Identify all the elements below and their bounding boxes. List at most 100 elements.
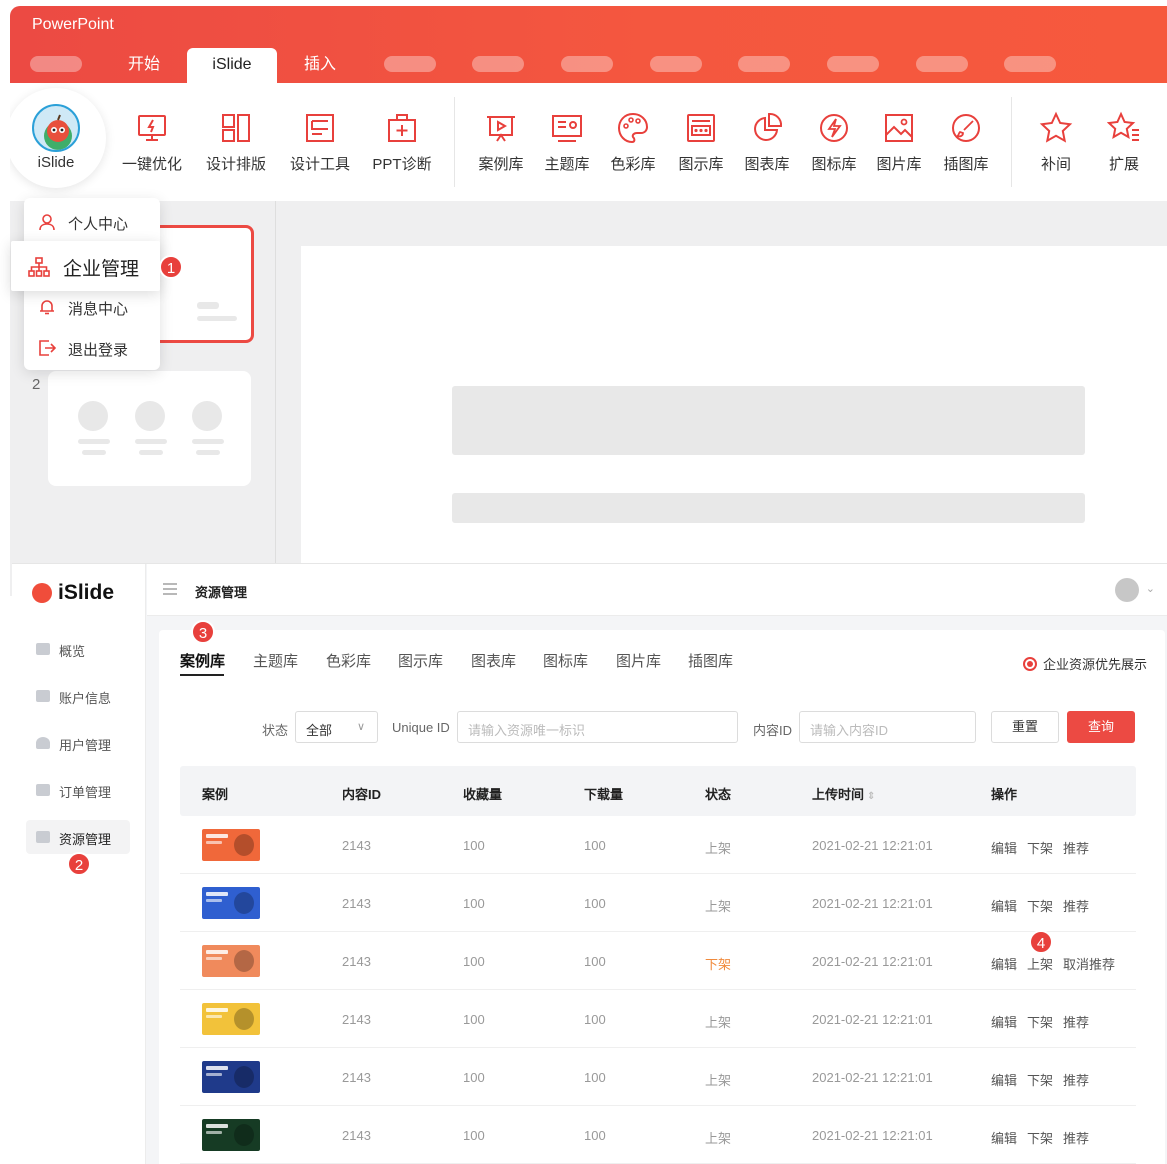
radio-selected-icon[interactable] — [1022, 657, 1037, 671]
menu-toggle-icon[interactable] — [163, 583, 177, 595]
table-row: 2143 100 100 上架 2021-02-21 12:21:01 编辑 下架 推荐 — [180, 990, 1136, 1048]
thumb-graphic — [234, 950, 254, 972]
placeholder-tab[interactable] — [384, 56, 436, 72]
sort-icon[interactable]: ⇕ — [867, 791, 875, 802]
sidebar-item-label: 资源管理 — [59, 832, 112, 847]
user-avatar-button[interactable]: iSlide — [10, 88, 106, 188]
placeholder-tab[interactable] — [30, 56, 82, 72]
priority-radio[interactable]: 企业资源优先展示 — [1022, 654, 1147, 673]
query-button[interactable]: 查询 — [1067, 711, 1135, 743]
ribbon-illustration-library[interactable]: 插图库 — [925, 111, 1007, 174]
case-thumbnail[interactable] — [202, 887, 260, 919]
theme-icon — [552, 115, 582, 142]
tab-chart-library[interactable]: 图表库 — [471, 650, 516, 671]
menu-item-message-center[interactable]: 消息中心 — [24, 287, 160, 327]
case-thumbnail[interactable] — [202, 1061, 260, 1093]
placeholder-tab[interactable] — [916, 56, 968, 72]
sidebar-item-users[interactable]: 用户管理 — [26, 726, 130, 760]
placeholder-tab[interactable] — [650, 56, 702, 72]
tab-insert[interactable]: 插入 — [290, 48, 350, 83]
shelf-toggle-link[interactable]: 下架 — [1027, 896, 1053, 915]
tab-image-library[interactable]: 图片库 — [616, 650, 661, 671]
unique-id-input[interactable]: 请输入资源唯一标识 — [457, 711, 738, 743]
status-cell: 上架 — [705, 899, 732, 914]
user-avatar-icon[interactable] — [1115, 578, 1139, 602]
step-badge-3: 3 — [191, 620, 215, 644]
sidebar-item-account[interactable]: 账户信息 — [26, 679, 130, 713]
edit-link[interactable]: 编辑 — [991, 1128, 1017, 1147]
menu-item-logout[interactable]: 退出登录 — [24, 328, 160, 368]
ribbon-ppt-diagnosis[interactable]: PPT诊断 — [361, 111, 443, 174]
tab-case-library[interactable]: 案例库 — [180, 650, 225, 671]
thumb-text-line — [206, 899, 222, 902]
placeholder-tab[interactable] — [1004, 56, 1056, 72]
palette-icon — [617, 112, 649, 144]
sidebar-item-overview[interactable]: 概览 — [26, 632, 130, 666]
favorites-cell: 100 — [463, 896, 485, 911]
tab-illustration-library[interactable]: 插图库 — [688, 650, 733, 671]
content-id-cell: 2143 — [342, 954, 371, 969]
placeholder-tab[interactable] — [561, 56, 613, 72]
upload-time-cell: 2021-02-21 12:21:01 — [812, 954, 933, 969]
resource-card: 3 案例库 主题库 色彩库 图示库 图表库 图标库 图片库 插图库 企业资源优先… — [159, 620, 1165, 1164]
case-thumbnail[interactable] — [202, 1003, 260, 1035]
recommend-link[interactable]: 推荐 — [1063, 1128, 1089, 1147]
placeholder-tab[interactable] — [827, 56, 879, 72]
content-id-cell: 2143 — [342, 896, 371, 911]
edit-link[interactable]: 编辑 — [991, 1012, 1017, 1031]
tab-icon-library[interactable]: 图标库 — [543, 650, 588, 671]
shelf-toggle-link[interactable]: 下架 — [1027, 1012, 1053, 1031]
tab-islide[interactable]: iSlide — [187, 48, 277, 83]
thumb-graphic — [234, 892, 254, 914]
chevron-down-icon[interactable]: ⌄ — [1146, 582, 1155, 595]
shelf-toggle-link[interactable]: 上架 — [1027, 954, 1053, 973]
ribbon-design-layout[interactable]: 设计排版 — [195, 111, 277, 174]
column-header: 收藏量 — [463, 787, 503, 802]
edit-link[interactable]: 编辑 — [991, 896, 1017, 915]
reset-button[interactable]: 重置 — [991, 711, 1059, 743]
ribbon-extend[interactable]: 扩展 — [1083, 111, 1165, 174]
case-thumbnail[interactable] — [202, 829, 260, 861]
recommend-link[interactable]: 推荐 — [1063, 838, 1089, 857]
recommend-link[interactable]: 推荐 — [1063, 896, 1089, 915]
recommend-link[interactable]: 取消推荐 — [1063, 954, 1115, 973]
status-cell: 上架 — [705, 1073, 732, 1088]
tab-color-library[interactable]: 色彩库 — [326, 650, 371, 671]
content-id-cell: 2143 — [342, 1128, 371, 1143]
edit-link[interactable]: 编辑 — [991, 954, 1017, 973]
downloads-cell: 100 — [584, 954, 606, 969]
thumb-text-line — [206, 892, 228, 896]
admin-panel: iSlide 概览 账户信息 用户管理 订单管理 资源管理 2 资源管理 ⌄ 3 — [12, 563, 1167, 1164]
content-id-input[interactable]: 请输入内容ID — [799, 711, 976, 743]
powerpoint-window: PowerPoint 开始 iSlide 插入 一键优化 设计排版 设计工具 P… — [10, 6, 1167, 596]
avatar — [32, 104, 80, 152]
thumb-graphic — [234, 834, 254, 856]
recommend-link[interactable]: 推荐 — [1063, 1070, 1089, 1089]
slide-thumbnail-2[interactable] — [48, 371, 251, 486]
tab-theme-library[interactable]: 主题库 — [253, 650, 298, 671]
shelf-toggle-link[interactable]: 下架 — [1027, 838, 1053, 857]
case-thumbnail[interactable] — [202, 945, 260, 977]
downloads-cell: 100 — [584, 1128, 606, 1143]
case-thumbnail[interactable] — [202, 1119, 260, 1151]
ribbon-one-click-optimize[interactable]: 一键优化 — [111, 111, 193, 174]
column-header-upload-time[interactable]: 上传时间 ⇕ — [812, 784, 875, 803]
placeholder-tab[interactable] — [738, 56, 790, 72]
thumb-graphic — [234, 1124, 254, 1146]
menu-item-personal-center[interactable]: 个人中心 — [24, 202, 160, 242]
tab-home[interactable]: 开始 — [114, 48, 174, 83]
sidebar-item-resources[interactable]: 资源管理 — [26, 820, 130, 854]
recommend-link[interactable]: 推荐 — [1063, 1012, 1089, 1031]
sidebar-item-label: 账户信息 — [59, 691, 112, 706]
menu-item-enterprise-management[interactable]: 企业管理 — [11, 241, 160, 291]
ribbon-design-tools[interactable]: 设计工具 — [279, 111, 361, 174]
sidebar-item-orders[interactable]: 订单管理 — [26, 773, 130, 807]
edit-link[interactable]: 编辑 — [991, 1070, 1017, 1089]
status-select[interactable]: 全部 ∨ — [295, 711, 378, 743]
slide-canvas[interactable] — [301, 246, 1167, 596]
edit-link[interactable]: 编辑 — [991, 838, 1017, 857]
shelf-toggle-link[interactable]: 下架 — [1027, 1070, 1053, 1089]
placeholder-tab[interactable] — [472, 56, 524, 72]
tab-diagram-library[interactable]: 图示库 — [398, 650, 443, 671]
shelf-toggle-link[interactable]: 下架 — [1027, 1128, 1053, 1147]
